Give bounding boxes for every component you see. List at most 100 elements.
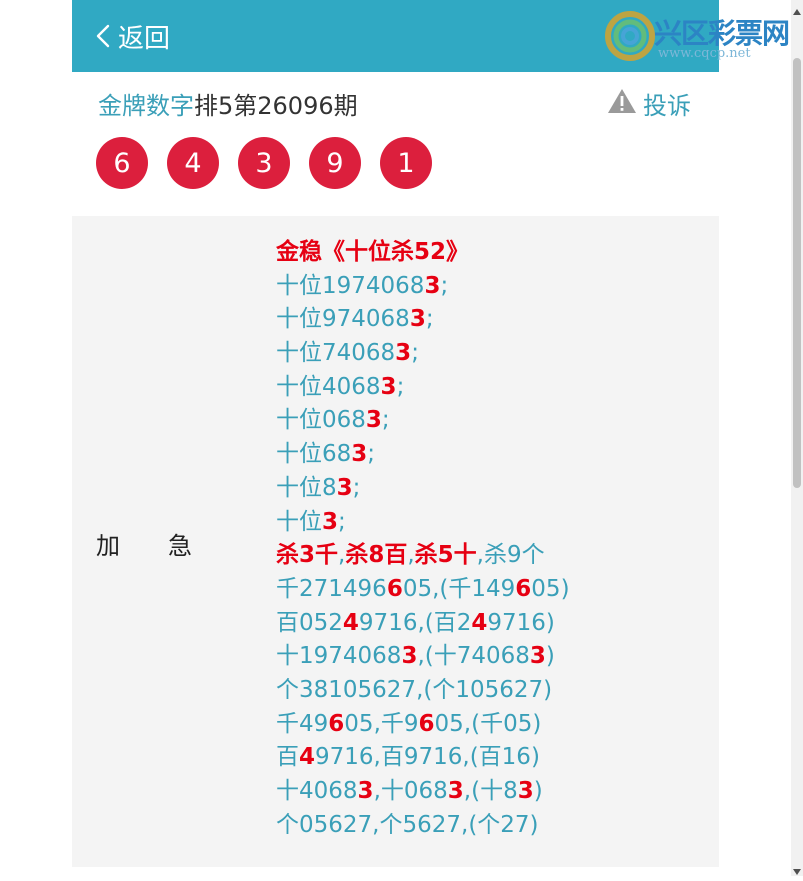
warning-icon <box>607 88 637 120</box>
brand-name[interactable]: 金牌数字 <box>98 92 194 120</box>
line-text: 千271496 <box>276 575 387 602</box>
line-text: 十位4068 <box>276 373 381 400</box>
line-text: ; <box>425 306 434 333</box>
line-text: 十位974068 <box>276 306 410 333</box>
highlight-text: 杀8百 <box>345 542 408 569</box>
line-text: 05,(千149 <box>402 575 516 602</box>
line-text: ) <box>533 778 543 804</box>
line-text: 个38105627,(个105627) <box>276 676 553 703</box>
line-text: , <box>407 542 415 569</box>
complain-label: 投诉 <box>643 92 691 120</box>
highlight-text: 杀3千 <box>276 542 339 569</box>
line-text: 个05627,个5627,(个27) <box>276 811 539 838</box>
line-text: 05,(千05) <box>434 710 542 737</box>
prediction-line: 千49605,千9605,(千05) <box>276 708 570 742</box>
line-text: 十4068 <box>276 778 358 804</box>
highlight-text: 3 <box>447 778 464 804</box>
scrollbar-thumb[interactable] <box>793 58 801 488</box>
line-text: 十位1974068 <box>276 272 425 299</box>
number-ball: 6 <box>96 137 148 189</box>
prediction-line: 十位3; <box>276 506 570 540</box>
highlight-text: 3 <box>380 373 397 400</box>
prediction-line: 百05249716,(百249716) <box>276 607 570 641</box>
line-text: ,(十74068 <box>417 643 530 670</box>
highlight-text: 4 <box>299 744 316 771</box>
scroll-up-arrow-icon[interactable] <box>793 2 801 15</box>
line-text: ; <box>338 508 346 535</box>
line-text: 十位 <box>276 508 322 535</box>
highlight-text: 3 <box>395 340 412 367</box>
line-text: ; <box>367 441 376 468</box>
line-text: ,十068 <box>373 778 448 804</box>
prediction-line: 杀3千,杀8百,杀5十,杀9个 <box>276 539 570 573</box>
highlight-text: 6 <box>386 575 403 602</box>
highlight-text: 3 <box>517 778 534 804</box>
number-ball: 9 <box>309 137 361 189</box>
chevron-left-icon <box>96 24 110 48</box>
line-text: 十位068 <box>276 407 366 434</box>
highlight-text: 6 <box>515 575 532 602</box>
highlight-text: 3 <box>336 474 353 501</box>
page-title: 金牌数字排5第26096期 <box>98 86 358 121</box>
line-text: ; <box>440 272 449 299</box>
line-text: ; <box>411 340 419 367</box>
highlight-text: 3 <box>351 441 368 468</box>
scrollbar[interactable] <box>791 0 803 876</box>
prediction-line: 十40683,十0683,(十83) <box>276 775 570 809</box>
line-text: ; <box>381 407 390 434</box>
line-text: 十位74068 <box>276 340 396 367</box>
scroll-down-arrow-icon[interactable] <box>793 862 801 875</box>
prediction-line: 千271496605,(千149605) <box>276 573 570 607</box>
back-label: 返回 <box>118 23 171 54</box>
page-card: 返回 金牌数字排5第26096期 投诉 6 4 3 9 1 加 急 金稳《十位杀… <box>72 0 719 876</box>
line-text: 05) <box>531 575 570 602</box>
prediction-line: 个05627,个5627,(个27) <box>276 809 570 843</box>
line-text: 百 <box>276 744 299 771</box>
site-logo: 兴区彩票网 www.cqcp.net <box>590 8 800 68</box>
line-text: 9716,百9716,(百16) <box>315 744 540 771</box>
line-text: 千49 <box>276 710 329 737</box>
highlight-text: 金稳《十位杀52》 <box>276 239 470 265</box>
line-text: 9716,(百2 <box>358 609 472 636</box>
highlight-text: 6 <box>328 710 345 737</box>
back-button[interactable]: 返回 <box>96 18 170 54</box>
number-ball: 4 <box>167 137 219 189</box>
number-ball: 1 <box>380 137 432 189</box>
prediction-line: 十19740683,(十740683) <box>276 640 570 674</box>
line-text: 9716) <box>487 609 555 636</box>
logo-url: www.cqcp.net <box>658 46 751 61</box>
highlight-text: 4 <box>342 609 359 636</box>
highlight-text: 4 <box>471 609 488 636</box>
line-text: ,(十8 <box>463 778 518 804</box>
highlight-text: 6 <box>418 710 435 737</box>
line-text: 十位8 <box>276 474 337 501</box>
highlight-text: 3 <box>322 508 339 535</box>
prediction-line: 十位9740683; <box>276 303 570 337</box>
line-text: ; <box>352 474 361 501</box>
swirl-logo-icon <box>600 8 660 68</box>
prediction-line: 金稳《十位杀52》 <box>276 236 570 270</box>
line-text: 05,千9 <box>344 710 419 737</box>
line-text: ) <box>545 643 555 670</box>
line-text: 十1974068 <box>276 643 402 670</box>
prediction-line: 十位83; <box>276 472 570 506</box>
complain-button[interactable]: 投诉 <box>607 86 691 121</box>
number-ball: 3 <box>238 137 290 189</box>
line-text: ,杀9个 <box>476 542 545 569</box>
highlight-text: 3 <box>424 272 441 299</box>
highlight-text: 3 <box>357 778 374 804</box>
highlight-text: 3 <box>409 306 426 333</box>
prediction-line: 个38105627,(个105627) <box>276 674 570 708</box>
prediction-line: 十位40683; <box>276 371 570 405</box>
result-balls: 6 4 3 9 1 <box>96 137 432 189</box>
line-text: 百052 <box>276 609 343 636</box>
highlight-text: 3 <box>401 643 418 670</box>
urgent-label-char: 急 <box>168 532 192 560</box>
line-text: ; <box>396 373 405 400</box>
prediction-line: 百49716,百9716,(百16) <box>276 741 570 775</box>
prediction-line: 十位19740683; <box>276 270 570 304</box>
prediction-line: 十位0683; <box>276 404 570 438</box>
urgent-label: 加 急 <box>96 526 192 561</box>
highlight-text: 3 <box>529 643 546 670</box>
prediction-line: 十位740683; <box>276 337 570 371</box>
